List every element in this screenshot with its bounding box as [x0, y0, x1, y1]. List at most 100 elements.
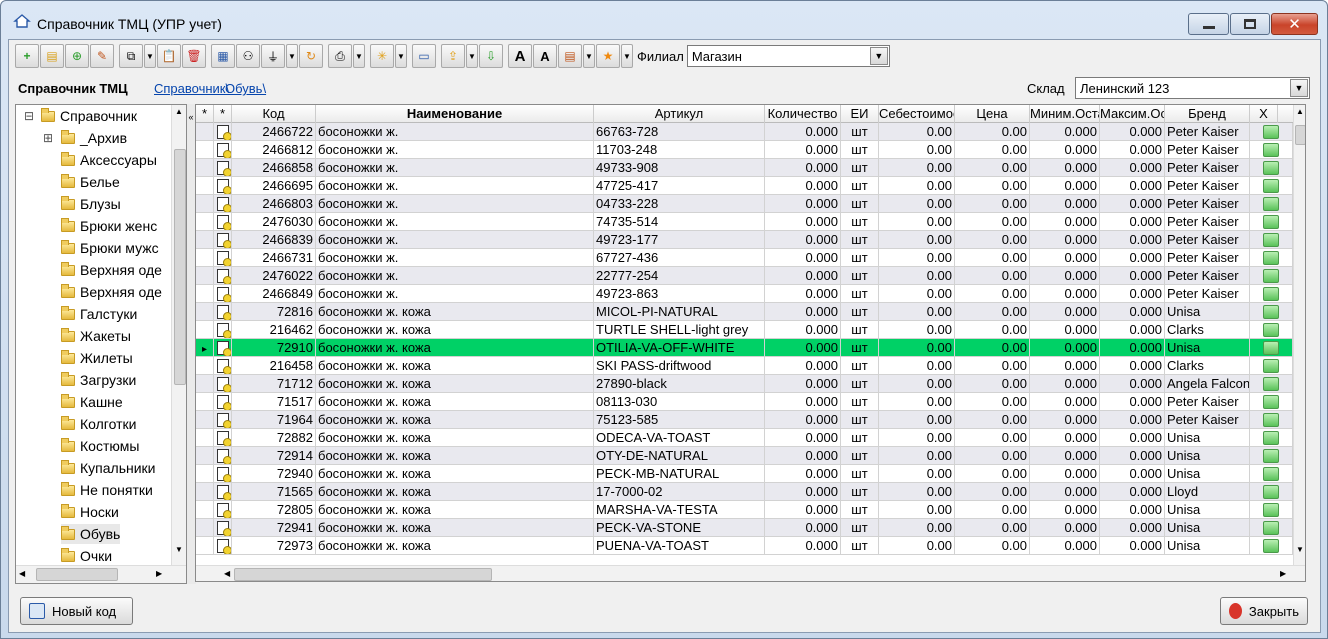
tree-item[interactable]: Справочник ⊟ — [24, 106, 137, 126]
column-header[interactable]: Количество — [765, 105, 841, 123]
check-icon[interactable] — [1263, 179, 1279, 193]
font-decrease-button[interactable]: A — [533, 44, 557, 68]
table-row[interactable]: 2466803 босоножки ж. 04733-228 0.000 шт 0.00 0… — [196, 195, 1293, 213]
check-icon[interactable] — [1263, 251, 1279, 265]
tree-item[interactable]: Жилеты — [61, 348, 133, 368]
filial-select[interactable]: Магазин ▼ — [686, 45, 890, 67]
flag-cell[interactable] — [1250, 483, 1293, 501]
table-row[interactable]: 72882 босоножки ж. кожа ODECA-VA-TOAST 0.00… — [196, 429, 1293, 447]
scroll-up-icon[interactable]: ▲ — [175, 107, 183, 116]
scroll-up-icon[interactable]: ▲ — [1296, 107, 1304, 116]
flag-cell[interactable] — [1250, 141, 1293, 159]
table-row[interactable]: 71517 босоножки ж. кожа 08113-030 0.000 шт 0.… — [196, 393, 1293, 411]
row-indicator[interactable] — [196, 465, 214, 483]
minimize-button[interactable] — [1188, 13, 1229, 35]
tree-item[interactable]: Не понятки — [61, 480, 153, 500]
refresh-button[interactable]: ↻ — [299, 44, 323, 68]
row-indicator[interactable] — [196, 267, 214, 285]
import-button[interactable]: ⇩ — [479, 44, 503, 68]
check-icon[interactable] — [1263, 143, 1279, 157]
list-view-button[interactable]: ▦ — [211, 44, 235, 68]
table-row[interactable]: 72940 босоножки ж. кожа PECK-MB-NATURAL 0.0… — [196, 465, 1293, 483]
table-row[interactable]: 72914 босоножки ж. кожа OTY-DE-NATURAL 0.00… — [196, 447, 1293, 465]
table-row[interactable]: 216462 босоножки ж. кожа TURTLE SHELL-ligh… — [196, 321, 1293, 339]
table-row[interactable]: 71964 босоножки ж. кожа 75123-585 0.000 шт 0.… — [196, 411, 1293, 429]
table-row[interactable]: 2466695 босоножки ж. 47725-417 0.000 шт 0.00 0… — [196, 177, 1293, 195]
table-row[interactable]: 2466849 босоножки ж. 49723-863 0.000 шт 0.00 0… — [196, 285, 1293, 303]
paste-button[interactable]: 📋 — [157, 44, 181, 68]
flag-cell[interactable] — [1250, 375, 1293, 393]
collapse-icon[interactable]: ⊟ — [24, 109, 34, 123]
row-indicator[interactable] — [196, 159, 214, 177]
check-icon[interactable] — [1263, 305, 1279, 319]
flag-cell[interactable] — [1250, 411, 1293, 429]
scroll-down-icon[interactable]: ▼ — [175, 545, 183, 554]
filter-button[interactable]: ⏚ — [261, 44, 285, 68]
row-indicator[interactable] — [196, 537, 214, 555]
flag-cell[interactable] — [1250, 519, 1293, 537]
check-icon[interactable] — [1263, 503, 1279, 517]
check-icon[interactable] — [1263, 359, 1279, 373]
table-row[interactable]: 2476022 босоножки ж. 22777-254 0.000 шт 0.00 0… — [196, 267, 1293, 285]
sklad-select[interactable]: Ленинский 123 ▼ — [1075, 77, 1310, 99]
row-indicator[interactable] — [196, 141, 214, 159]
tree-item[interactable]: Блузы — [61, 194, 121, 214]
table-row[interactable]: 2466731 босоножки ж. 67727-436 0.000 шт 0.00 0… — [196, 249, 1293, 267]
check-icon[interactable] — [1263, 125, 1279, 139]
delete-button[interactable]: 🗑 — [182, 44, 206, 68]
scroll-right-icon[interactable]: ▶ — [156, 569, 162, 578]
row-indicator[interactable] — [196, 483, 214, 501]
table-row[interactable]: 2476030 босоножки ж. 74735-514 0.000 шт 0.00 0… — [196, 213, 1293, 231]
row-indicator[interactable] — [196, 447, 214, 465]
tree-item[interactable]: Купальники — [61, 458, 155, 478]
flag-cell[interactable] — [1250, 231, 1293, 249]
columns-dropdown[interactable]: ▼ — [583, 44, 595, 68]
row-indicator[interactable] — [196, 411, 214, 429]
add-item-button[interactable]: + — [15, 44, 39, 68]
copy-button[interactable]: ⧉ — [119, 44, 143, 68]
column-header[interactable]: ЕИ — [841, 105, 879, 123]
table-row[interactable]: 71565 босоножки ж. кожа 17-7000-02 0.000 шт 0… — [196, 483, 1293, 501]
breadcrumb-link-shoes[interactable]: Обувь\ — [225, 81, 266, 96]
row-indicator[interactable]: ▸ — [196, 339, 214, 357]
column-header[interactable]: Код — [232, 105, 316, 123]
wizard-button[interactable]: ✳ — [370, 44, 394, 68]
check-icon[interactable] — [1263, 341, 1279, 355]
tree-item[interactable]: Аксессуары — [61, 150, 157, 170]
table-row[interactable]: 71712 босоножки ж. кожа 27890-black 0.000 шт… — [196, 375, 1293, 393]
table-row[interactable]: 72941 босоножки ж. кожа PECK-VA-STONE 0.000… — [196, 519, 1293, 537]
column-header[interactable]: * — [214, 105, 232, 123]
filter-dropdown[interactable]: ▼ — [286, 44, 298, 68]
column-header[interactable]: Наименование — [316, 105, 594, 123]
flag-cell[interactable] — [1250, 213, 1293, 231]
row-indicator[interactable] — [196, 285, 214, 303]
columns-button[interactable]: ▤ — [558, 44, 582, 68]
export-dropdown[interactable]: ▼ — [466, 44, 478, 68]
grid-scroll-thumb[interactable] — [1295, 125, 1305, 145]
flag-cell[interactable] — [1250, 537, 1293, 555]
column-header[interactable]: Х — [1250, 105, 1278, 123]
scroll-right-icon[interactable]: ▶ — [1280, 569, 1286, 578]
check-icon[interactable] — [1263, 485, 1279, 499]
close-button[interactable]: Закрыть — [1220, 597, 1308, 625]
tree-item[interactable]: _Архив ⊞ — [43, 128, 127, 148]
tree-hscroll-thumb[interactable] — [36, 568, 118, 581]
table-row[interactable]: 72973 босоножки ж. кожа PUENA-VA-TOAST 0.00… — [196, 537, 1293, 555]
flag-cell[interactable] — [1250, 249, 1293, 267]
scroll-down-icon[interactable]: ▼ — [1296, 545, 1304, 554]
tree-item[interactable]: Жакеты — [61, 326, 131, 346]
flag-cell[interactable] — [1250, 429, 1293, 447]
tree-item[interactable]: Верхняя оде — [61, 282, 162, 302]
flag-cell[interactable] — [1250, 285, 1293, 303]
row-indicator[interactable] — [196, 123, 214, 141]
copy-item-button[interactable]: ⊕ — [65, 44, 89, 68]
expand-icon[interactable]: ⊞ — [43, 131, 53, 145]
row-indicator[interactable] — [196, 213, 214, 231]
tree-item[interactable]: Верхняя оде — [61, 260, 162, 280]
row-indicator[interactable] — [196, 303, 214, 321]
row-indicator[interactable] — [196, 231, 214, 249]
check-icon[interactable] — [1263, 467, 1279, 481]
add-folder-button[interactable]: ▤ — [40, 44, 64, 68]
flag-cell[interactable] — [1250, 267, 1293, 285]
check-icon[interactable] — [1263, 395, 1279, 409]
